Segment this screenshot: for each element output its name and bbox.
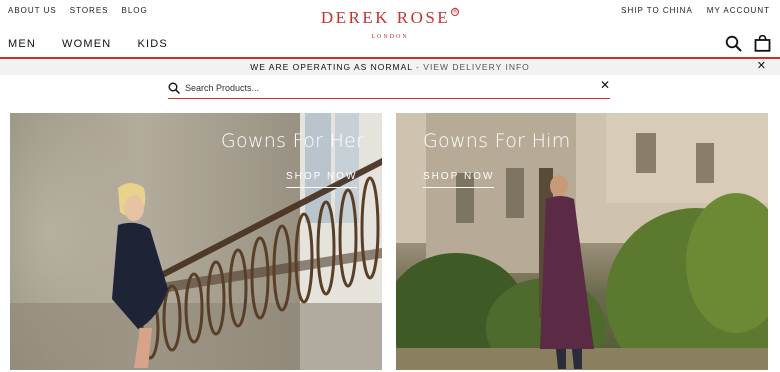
close-icon[interactable]: ✕ [600, 79, 610, 91]
registered-mark: ® [451, 8, 460, 16]
banner-message: WE ARE OPERATING AS NORMAL - VIEW DELIVE… [0, 62, 780, 72]
brand-logo[interactable]: DEREK ROSE ® LONDON [0, 8, 780, 40]
promo-tile-him[interactable]: Gowns For Him SHOP NOW [396, 113, 768, 370]
search-icon[interactable] [725, 35, 742, 52]
tile-title-him: Gowns For Him [423, 130, 571, 152]
nav-kids[interactable]: KIDS [137, 38, 167, 50]
banner-separator: - [412, 62, 424, 72]
promo-tile-her[interactable]: Gowns For Her SHOP NOW [10, 113, 382, 370]
delivery-info-link[interactable]: VIEW DELIVERY INFO [423, 62, 530, 72]
tile-title-her: Gowns For Her [221, 130, 365, 152]
nav-men[interactable]: MEN [8, 38, 36, 50]
main-nav: MEN WOMEN KIDS [8, 38, 168, 50]
banner-status-text: WE ARE OPERATING AS NORMAL [250, 62, 413, 72]
close-icon[interactable]: ✕ [757, 61, 766, 72]
nav-women[interactable]: WOMEN [62, 38, 111, 50]
shopping-bag-icon[interactable] [754, 35, 771, 52]
notice-banner: WE ARE OPERATING AS NORMAL - VIEW DELIVE… [0, 59, 780, 75]
shop-now-him-button[interactable]: SHOP NOW [423, 171, 495, 188]
search-bar: ✕ [168, 78, 610, 99]
logo-wordmark: DEREK ROSE [320, 8, 451, 27]
header-icons [725, 35, 771, 52]
search-input[interactable] [185, 81, 585, 95]
search-icon [168, 81, 180, 99]
shop-now-her-button[interactable]: SHOP NOW [286, 171, 358, 188]
